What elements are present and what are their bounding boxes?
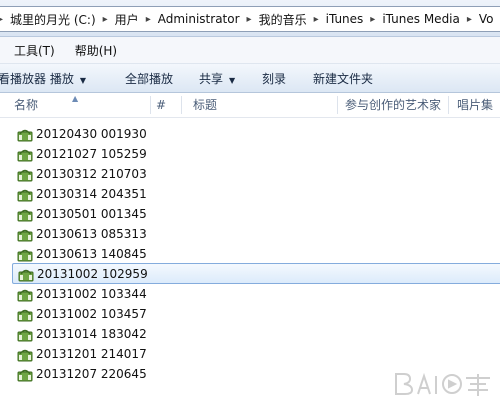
file-name: 20130312 210703 xyxy=(36,166,147,181)
file-name: 20120430 001930 xyxy=(36,126,147,141)
sort-ascending-icon: ▲ xyxy=(72,94,79,103)
audio-file-icon xyxy=(17,149,33,161)
menu-bar: 工具(T) 帮助(H) xyxy=(0,37,500,64)
column-header-number[interactable]: # xyxy=(156,93,166,117)
breadcrumb-my-music[interactable]: 我的音乐 xyxy=(253,11,313,28)
file-name: 20130613 140845 xyxy=(36,246,147,261)
file-name: 20131002 103344 xyxy=(36,286,147,301)
file-row[interactable]: 20131201 214017 xyxy=(12,344,500,363)
file-row[interactable]: 20131014 183042 xyxy=(12,324,500,343)
column-headers: ▲ 名称 # 标题 参与创作的艺术家 唱片集 xyxy=(0,93,500,118)
play-with-player-button[interactable]: 看播放器 播放 ▼ xyxy=(0,70,86,87)
menu-help[interactable]: 帮助(H) xyxy=(67,42,125,59)
menu-tools[interactable]: 工具(T) xyxy=(6,42,63,59)
column-header-album[interactable]: 唱片集 xyxy=(457,93,493,117)
share-label: 共享 xyxy=(199,72,224,86)
breadcrumb-users[interactable]: 用户 xyxy=(109,11,145,28)
file-row[interactable]: 20130312 210703 xyxy=(12,164,500,183)
file-name: 20131002 103457 xyxy=(36,306,147,321)
column-divider[interactable] xyxy=(337,96,338,114)
audio-file-icon xyxy=(17,309,33,321)
file-name: 20130314 204351 xyxy=(36,186,147,201)
file-row[interactable]: 20121027 105259 xyxy=(12,144,500,163)
audio-file-icon xyxy=(17,229,33,241)
column-divider[interactable] xyxy=(150,96,151,114)
play-all-button[interactable]: 全部播放 xyxy=(125,70,173,87)
file-row[interactable]: 20131002 103457 xyxy=(12,304,500,323)
chevron-down-icon[interactable]: ▼ xyxy=(223,76,235,85)
breadcrumb-voice[interactable]: Vo xyxy=(473,12,500,26)
address-bar: ▸ 城里的月光 (C:) ▸ 用户 ▸ Administrator ▸ 我的音乐… xyxy=(0,0,500,37)
breadcrumb-administrator[interactable]: Administrator xyxy=(152,12,246,26)
column-header-name[interactable]: 名称 xyxy=(14,93,38,117)
chevron-right-icon[interactable]: ▸ xyxy=(145,14,152,25)
share-button[interactable]: 共享 ▼ xyxy=(199,70,235,87)
column-divider[interactable] xyxy=(181,96,182,114)
audio-file-icon xyxy=(17,209,33,221)
audio-file-icon xyxy=(17,349,33,361)
play-with-player-label: 看播放器 播放 xyxy=(0,72,74,86)
breadcrumb-itunes-media[interactable]: iTunes Media xyxy=(376,12,466,26)
chevron-down-icon[interactable]: ▼ xyxy=(74,76,86,85)
audio-file-icon xyxy=(18,269,34,281)
audio-file-icon xyxy=(17,289,33,301)
column-divider[interactable] xyxy=(448,96,449,114)
audio-file-icon xyxy=(17,249,33,261)
file-name: 20121027 105259 xyxy=(36,146,147,161)
audio-file-icon xyxy=(17,169,33,181)
audio-file-icon xyxy=(17,129,33,141)
breadcrumb[interactable]: ▸ 城里的月光 (C:) ▸ 用户 ▸ Administrator ▸ 我的音乐… xyxy=(0,6,500,32)
file-name: 20131002 102959 xyxy=(37,266,148,281)
watermark-logo xyxy=(395,372,490,396)
column-header-title[interactable]: 标题 xyxy=(193,93,217,117)
audio-file-icon xyxy=(17,369,33,381)
burn-button[interactable]: 刻录 xyxy=(262,70,286,87)
file-row[interactable]: 20120430 001930 xyxy=(12,124,500,143)
toolbar: 看播放器 播放 ▼ 全部播放 共享 ▼ 刻录 新建文件夹 xyxy=(0,64,500,93)
breadcrumb-drive[interactable]: 城里的月光 (C:) xyxy=(4,11,102,28)
chevron-right-icon[interactable]: ▸ xyxy=(466,14,473,25)
file-name: 20130613 085313 xyxy=(36,226,147,241)
column-header-artist[interactable]: 参与创作的艺术家 xyxy=(345,93,441,117)
file-row[interactable]: 20131002 103344 xyxy=(12,284,500,303)
file-row[interactable]: 20130501 001345 xyxy=(12,204,500,223)
file-name: 20131014 183042 xyxy=(36,326,147,341)
chevron-right-icon[interactable]: ▸ xyxy=(313,14,320,25)
file-name: 20131201 214017 xyxy=(36,346,147,361)
file-name: 20130501 001345 xyxy=(36,206,147,221)
file-row[interactable]: 20130613 085313 xyxy=(12,224,500,243)
file-name: 20131207 220645 xyxy=(36,366,147,381)
audio-file-icon xyxy=(17,329,33,341)
audio-file-icon xyxy=(17,189,33,201)
file-row[interactable]: 20130314 204351 xyxy=(12,184,500,203)
chevron-right-icon[interactable]: ▸ xyxy=(246,14,253,25)
new-folder-button[interactable]: 新建文件夹 xyxy=(313,70,373,87)
chevron-right-icon[interactable]: ▸ xyxy=(369,14,376,25)
file-row[interactable]: 20130613 140845 xyxy=(12,244,500,263)
breadcrumb-itunes[interactable]: iTunes xyxy=(320,12,370,26)
chevron-right-icon[interactable]: ▸ xyxy=(102,14,109,25)
file-row-selected[interactable]: 20131002 102959 xyxy=(12,263,500,284)
